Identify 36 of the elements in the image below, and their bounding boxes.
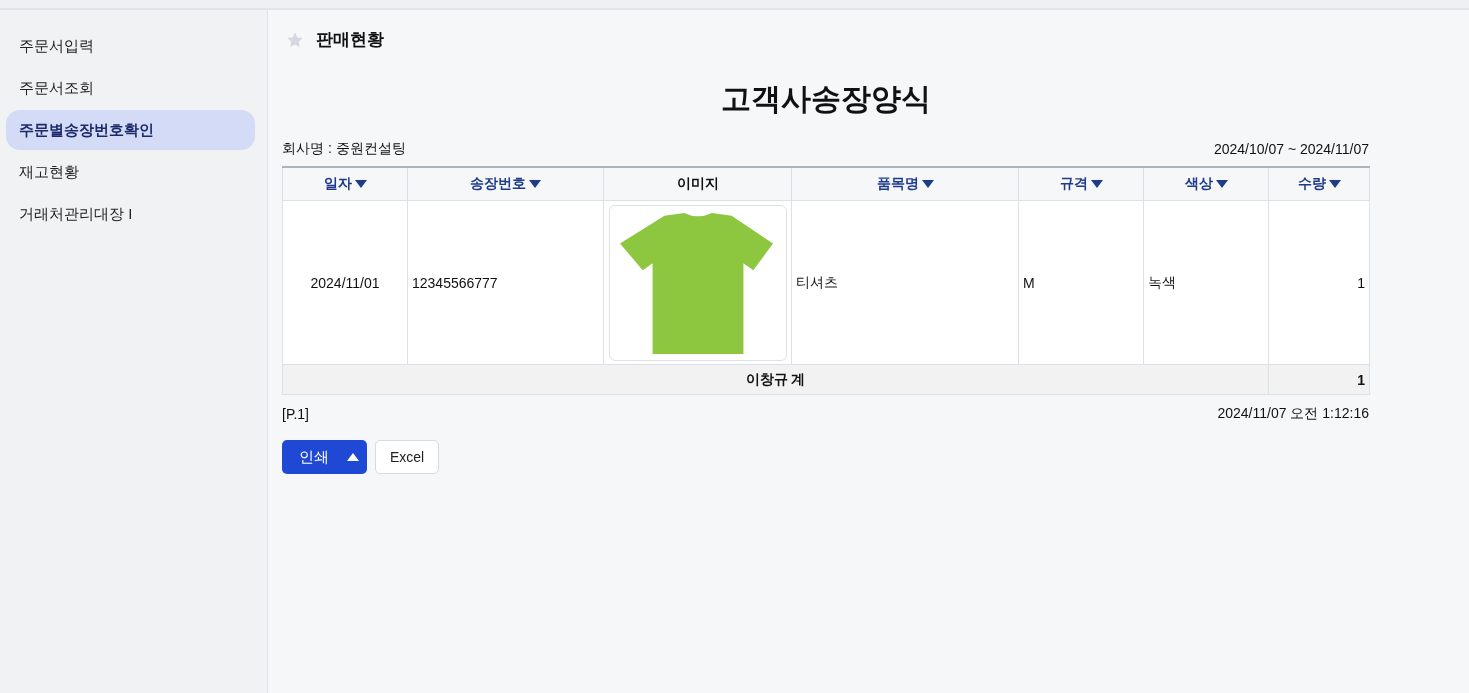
- column-header[interactable]: 수량: [1268, 167, 1370, 201]
- column-header[interactable]: 송장번호: [407, 167, 604, 201]
- sidebar-item[interactable]: 거래처관리대장 I: [6, 194, 255, 234]
- caret-icon: [529, 180, 541, 189]
- column-header[interactable]: 규격: [1018, 167, 1144, 201]
- print-button[interactable]: 인쇄: [282, 440, 367, 474]
- table-cell: 2024/11/01: [282, 200, 408, 365]
- sidebar-item[interactable]: 주문서조회: [6, 68, 255, 108]
- print-timestamp: 2024/11/07 오전 1:12:16: [1217, 405, 1369, 423]
- caret-icon: [1215, 180, 1228, 189]
- page-number: [P.1]: [282, 406, 309, 422]
- report-title: 고객사송장양식: [719, 81, 932, 117]
- star-icon[interactable]: [286, 30, 304, 49]
- table-cell: 녹색: [1143, 200, 1269, 365]
- excel-button[interactable]: Excel: [375, 440, 440, 474]
- sidebar-item[interactable]: 재고현황: [6, 152, 255, 192]
- column-header[interactable]: 품목명: [791, 167, 1019, 201]
- table-cell: M: [1018, 200, 1144, 365]
- table-cell: 12345566777: [407, 200, 604, 365]
- page-title: 판매현황: [316, 29, 384, 51]
- date-range: 2024/10/07 ~ 2024/11/07: [1213, 141, 1369, 157]
- total-label: 이창규 계: [282, 364, 1269, 395]
- caret-icon: [921, 180, 934, 189]
- caret-icon: [354, 180, 367, 189]
- column-header: 이미지: [603, 167, 792, 201]
- column-header[interactable]: 색상: [1143, 167, 1269, 201]
- caret-icon: [1090, 180, 1103, 189]
- sidebar-item[interactable]: 주문서입력: [6, 26, 255, 66]
- column-header[interactable]: 일자: [282, 167, 408, 201]
- table-cell: 티셔츠: [791, 200, 1019, 365]
- sidebar-item[interactable]: 주문별송장번호확인: [6, 110, 255, 150]
- table-cell: 1: [1268, 200, 1370, 365]
- company-name: 회사명 : 중원컨설팅: [282, 140, 406, 158]
- total-value: 1: [1268, 364, 1370, 395]
- caret-icon: [1328, 180, 1341, 189]
- caret-icon[interactable]: [347, 453, 359, 461]
